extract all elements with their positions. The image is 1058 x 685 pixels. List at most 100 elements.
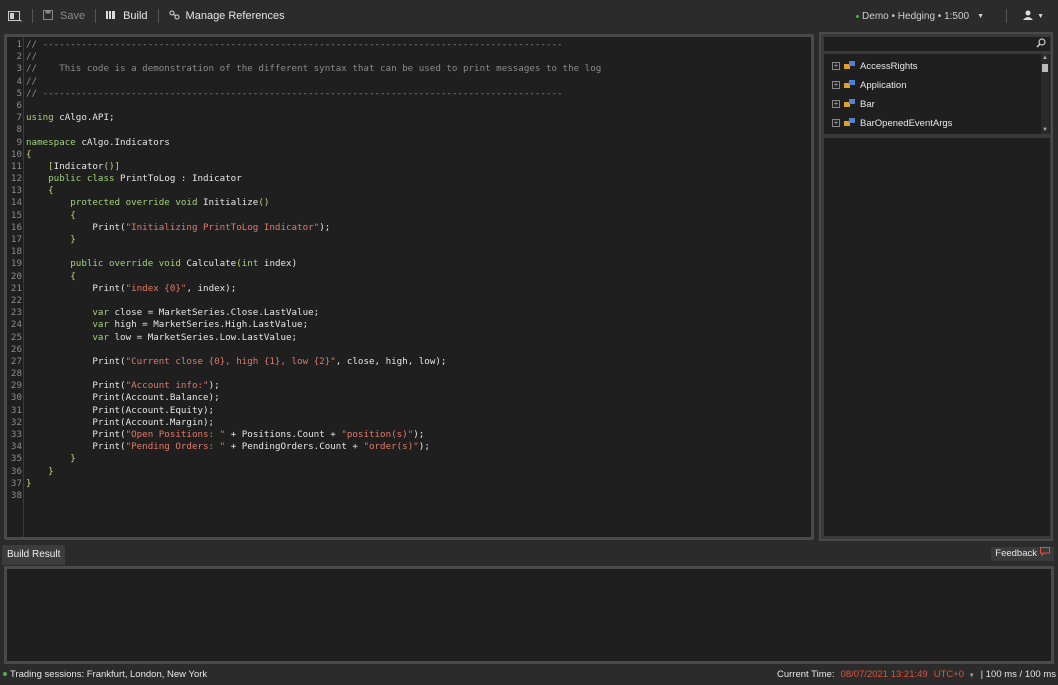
scroll-down-icon[interactable]: ▼ [1041,126,1049,134]
references-icon [169,10,180,23]
line-number: 1 [16,39,22,50]
tree-item[interactable]: + Bar [832,97,875,111]
line-number: 20 [10,270,22,282]
account-selector[interactable]: Demo • Hedging • 1:500 ▼ [856,11,984,22]
line-text: namespace cAlgo.Indicators [23,137,170,149]
code-line[interactable]: 4 // [7,76,811,88]
code-line[interactable]: 29 Print("Account info:"); [7,380,811,392]
code-line[interactable]: 6 [7,100,811,112]
line-text: // -------------------------------------… [23,39,563,51]
code-token: { [26,148,32,160]
code-line[interactable]: 27 Print("Current close {0}, high {1}, l… [7,356,811,368]
code-line[interactable]: 10 { [7,149,811,161]
code-line[interactable]: 33 Print("Open Positions: " + Positions.… [7,429,811,441]
code-token: "Open Positions: " [125,429,226,440]
code-line[interactable]: 38 [7,490,811,502]
code-line[interactable]: 19 public override void Calculate(int in… [7,258,811,270]
build-button[interactable]: Build [98,0,155,32]
code-line[interactable]: 14 protected override void Initialize() [7,197,811,209]
code-line[interactable]: 36 } [7,466,811,478]
code-line[interactable]: 20 { [7,271,811,283]
expand-icon[interactable]: + [832,62,840,70]
tab-build-result[interactable]: Build Result [2,545,66,565]
code-line[interactable]: 13 { [7,185,811,197]
search-icon[interactable] [1036,38,1046,51]
code-line[interactable]: 18 [7,246,811,258]
code-token: { [26,270,76,282]
build-output-pane [4,566,1054,664]
code-line[interactable]: 31 Print(Account.Equity); [7,405,811,417]
code-token: } [26,234,76,245]
tree-item-label: BarOpenedEventArgs [860,117,953,129]
line-number: 17 [10,234,22,245]
layout-toggle-icon[interactable] [0,0,30,32]
code-area[interactable]: 1 // ------------------------------------… [7,39,811,502]
tree-scrollbar[interactable]: ▲ ▼ [1041,54,1049,134]
session-status-dot [3,671,7,676]
api-tree: + AccessRights + Application + Bar + Bar… [824,54,1050,134]
line-text: // [23,76,37,88]
code-token: var [26,331,109,343]
account-status-dot [856,14,860,18]
scroll-thumb[interactable] [1042,64,1048,72]
line-text: } [23,478,32,490]
tree-item-label: Bar [860,98,875,110]
line-number: 5 [16,87,22,99]
code-line[interactable]: 3 // This code is a demonstration of the … [7,63,811,75]
code-line[interactable]: 5 // ------------------------------------… [7,88,811,100]
expand-icon[interactable]: + [832,81,840,89]
code-line[interactable]: 8 [7,124,811,136]
code-line[interactable]: 22 [7,295,811,307]
current-time-label: Current Time: [776,669,835,680]
code-line[interactable]: 24 var high = MarketSeries.High.LastValu… [7,319,811,331]
code-line[interactable]: 7 using cAlgo.API; [7,112,811,124]
tree-item-label: AccessRights [860,60,918,72]
code-line[interactable]: 35 } [7,453,811,465]
code-line[interactable]: 37} [7,478,811,490]
manage-references-button[interactable]: Manage References [161,0,293,32]
code-line[interactable]: 21 Print("index {0}", index); [7,283,811,295]
code-token: Calculate [180,258,237,270]
tree-item[interactable]: + AccessRights [832,59,918,73]
code-editor[interactable]: 1 // ------------------------------------… [4,34,814,540]
line-text: Print("Open Positions: " + Positions.Cou… [23,429,424,441]
line-text [23,344,26,356]
code-token: "index {0}" [125,282,187,294]
line-text: protected override void Initialize() [23,197,269,209]
line-number: 30 [10,392,22,404]
code-line[interactable]: 2 // [7,51,811,63]
code-line[interactable]: 17 } [7,234,811,246]
code-token: Print(Account.Equity); [26,404,215,416]
code-line[interactable]: 23 var close = MarketSeries.Close.LastVa… [7,307,811,319]
code-line[interactable]: 34 Print("Pending Orders: " + PendingOrd… [7,441,811,453]
tree-item[interactable]: + BarOpenedEventArgs [832,116,952,130]
timezone-selector[interactable]: UTC+0 ▼ [934,666,975,685]
code-line[interactable]: 32 Print(Account.Margin); [7,417,811,429]
code-line[interactable]: 1 // ------------------------------------… [7,39,811,51]
api-search-input[interactable] [824,37,1050,51]
code-line[interactable]: 11 [Indicator()] [7,161,811,173]
class-icon [844,80,856,90]
save-button[interactable]: Save [35,0,93,32]
scroll-up-icon[interactable]: ▲ [1041,54,1049,62]
code-line[interactable]: 25 var low = MarketSeries.Low.LastValue; [7,332,811,344]
code-line[interactable]: 30 Print(Account.Balance); [7,392,811,404]
code-token: } [26,453,76,465]
code-token: Print( [26,355,126,367]
code-line[interactable]: 28 [7,368,811,380]
feedback-label: Feedback [995,548,1037,559]
tree-item[interactable]: + Application [832,78,906,92]
code-line[interactable]: 26 [7,344,811,356]
code-token: Print( [26,429,126,440]
expand-icon[interactable]: + [832,119,840,127]
code-line[interactable]: 15 { [7,210,811,222]
code-line[interactable]: 16 Print("Initializing PrintToLog Indica… [7,222,811,234]
line-text: // -------------------------------------… [23,88,563,100]
expand-icon[interactable]: + [832,100,840,108]
code-line[interactable]: 9 namespace cAlgo.Indicators [7,137,811,149]
user-menu-button[interactable]: ▼ [1009,10,1058,23]
code-token: ); [413,429,425,440]
code-line[interactable]: 12 public class PrintToLog : Indicator [7,173,811,185]
line-text [23,368,26,380]
feedback-button[interactable]: Feedback [991,547,1054,561]
